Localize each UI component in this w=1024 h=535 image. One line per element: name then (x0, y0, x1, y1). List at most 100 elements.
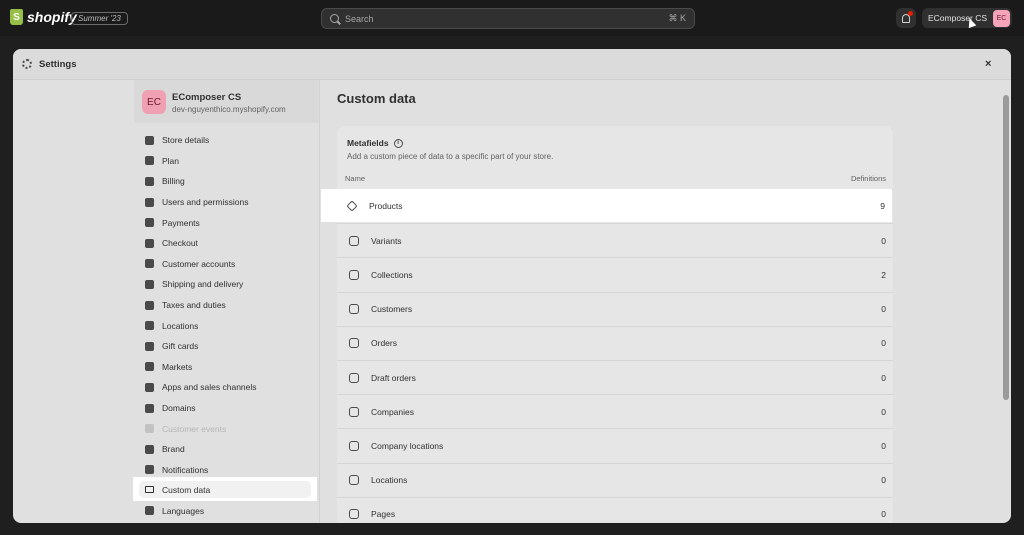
sidebar-item-locations[interactable]: Locations (134, 315, 319, 336)
search-bar[interactable]: ⌘ K (321, 8, 695, 29)
info-icon[interactable]: i (393, 138, 403, 148)
row-count: 0 (881, 235, 886, 246)
sidebar-item-store-details[interactable]: Store details (134, 130, 319, 151)
sidebar-item-customer-events[interactable]: Customer events (134, 418, 319, 439)
list-item-variants[interactable]: Variants 0 (337, 223, 893, 257)
metafields-card: Metafields i Add a custom piece of data … (337, 126, 893, 523)
users-icon (145, 197, 154, 207)
sidebar-item-users[interactable]: Users and permissions (134, 192, 319, 213)
notifications-button[interactable] (896, 8, 916, 28)
apps-icon (145, 382, 154, 392)
settings-sidebar: EC EComposer CS dev-nguyenthico.myshopif… (134, 80, 320, 523)
row-count: 0 (881, 372, 886, 383)
store-switcher-label: EComposer CS (928, 13, 988, 23)
list-item-customers[interactable]: Customers 0 (337, 291, 893, 326)
list-item-locations[interactable]: Locations 0 (337, 462, 893, 497)
collection-icon (349, 269, 359, 280)
sidebar-item-label: Languages (162, 505, 205, 516)
sidebar-item-gift-cards[interactable]: Gift cards (134, 336, 319, 357)
sidebar-item-domains[interactable]: Domains (134, 398, 319, 419)
variants-icon (349, 235, 359, 246)
sidebar-item-billing[interactable]: Billing (134, 171, 319, 192)
row-count: 0 (881, 440, 886, 451)
payments-icon (145, 218, 154, 228)
search-input[interactable] (345, 13, 669, 24)
row-label: Variants (371, 235, 402, 246)
list-item-orders[interactable]: Orders 0 (337, 325, 893, 360)
bell-icon (145, 465, 154, 475)
metafields-subtitle: Add a custom piece of data to a specific… (347, 152, 554, 161)
metafields-list: Products 9 Variants 0 Collections 2 Custome… (337, 189, 893, 523)
sidebar-item-custom-data[interactable]: Custom data (133, 477, 317, 501)
column-header-definitions: Definitions (850, 174, 886, 183)
store-name: EComposer CS (172, 92, 242, 103)
draft-icon (349, 372, 359, 383)
plan-icon (145, 156, 154, 166)
sidebar-item-label: Markets (162, 361, 193, 372)
customer-icon (145, 259, 154, 269)
truck-icon (145, 279, 154, 289)
list-item-company-locations[interactable]: Company locations 0 (337, 428, 893, 462)
cart-icon (145, 238, 154, 248)
gift-card-icon (145, 341, 154, 351)
sidebar-item-label: Plan (162, 155, 180, 166)
modal-title: Settings (39, 59, 77, 70)
row-label: Customers (371, 304, 413, 315)
list-item-products[interactable]: Products 9 (321, 189, 892, 222)
modal-header: Settings × (13, 49, 1011, 80)
sidebar-item-plan[interactable]: Plan (134, 151, 319, 172)
sidebar-item-label: Payments (162, 217, 200, 228)
notification-dot (908, 11, 913, 16)
row-count: 0 (881, 304, 886, 315)
list-item-companies[interactable]: Companies 0 (337, 394, 893, 428)
sidebar-item-apps[interactable]: Apps and sales channels (134, 377, 319, 398)
search-icon (330, 14, 339, 23)
search-shortcut: ⌘ K (668, 13, 686, 23)
list-item-collections[interactable]: Collections 2 (337, 257, 893, 291)
sidebar-item-customer-accounts[interactable]: Customer accounts (134, 254, 319, 275)
sidebar-item-markets[interactable]: Markets (134, 357, 319, 378)
page-icon (349, 509, 359, 520)
row-label: Pages (371, 509, 396, 520)
row-label: Draft orders (371, 372, 416, 383)
sidebar-item-label: Checkout (162, 238, 198, 249)
row-count: 0 (881, 338, 886, 349)
row-label: Collections (371, 269, 413, 280)
list-item-draft-orders[interactable]: Draft orders 0 (337, 359, 893, 394)
sidebar-item-languages[interactable]: Languages (134, 501, 319, 522)
sidebar-item-checkout[interactable]: Checkout (134, 233, 319, 254)
sidebar-item-label: Apps and sales channels (162, 382, 257, 393)
row-label: Orders (371, 338, 397, 349)
sidebar-item-shipping[interactable]: Shipping and delivery (134, 274, 319, 295)
brand-name: shopify (27, 9, 77, 25)
sidebar-item-label: Store details (162, 135, 210, 146)
language-icon (145, 506, 154, 516)
sidebar-item-custom-data-active[interactable]: Custom data (139, 481, 311, 498)
sidebar-item-brand[interactable]: Brand (134, 439, 319, 460)
sidebar-item-label: Customer events (162, 423, 227, 434)
edition-badge: Summer '23 (71, 12, 128, 25)
row-count: 9 (880, 200, 885, 211)
row-label: Company locations (371, 440, 444, 451)
close-icon[interactable]: × (985, 58, 991, 70)
row-count: 0 (881, 475, 886, 486)
location-icon (349, 475, 359, 486)
store-avatar: EC (142, 90, 166, 114)
metafields-title-text: Metafields (347, 138, 389, 148)
scrollbar[interactable] (1003, 95, 1009, 400)
row-count: 0 (881, 406, 886, 417)
sidebar-item-label: Users and permissions (162, 197, 249, 208)
sidebar-item-label: Taxes and duties (162, 300, 226, 311)
tax-icon (145, 300, 154, 310)
globe-icon (145, 403, 154, 413)
column-header-name: Name (345, 174, 366, 183)
sidebar-item-taxes[interactable]: Taxes and duties (134, 295, 319, 316)
row-label: Locations (371, 475, 408, 486)
sidebar-item-label: Customer accounts (162, 258, 236, 269)
store-card[interactable]: EC EComposer CS dev-nguyenthico.myshopif… (134, 80, 319, 123)
shopify-bag-icon: S (10, 9, 23, 25)
list-item-pages[interactable]: Pages 0 (337, 496, 893, 523)
gear-icon (22, 59, 32, 69)
sidebar-item-payments[interactable]: Payments (134, 212, 319, 233)
shopify-logo[interactable]: S shopify (10, 9, 77, 25)
